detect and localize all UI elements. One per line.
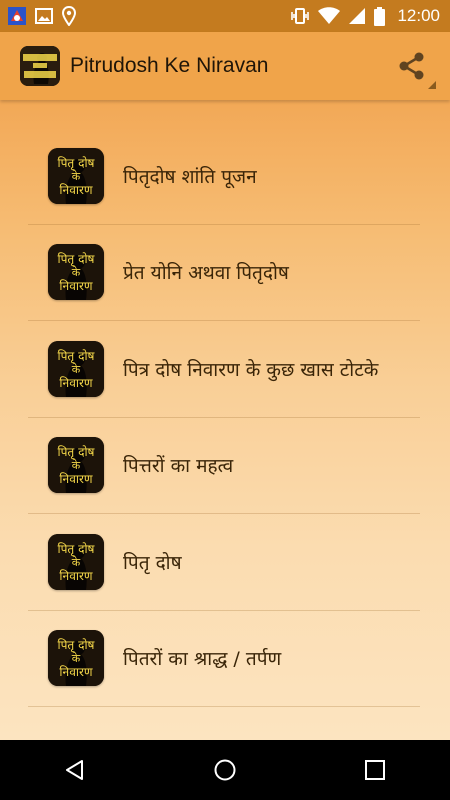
content-area: पितृ दोष के निवारण पितृदोष शांति पूजन पि… <box>0 100 450 740</box>
wifi-icon <box>318 7 341 25</box>
list-item[interactable]: पितृ दोष के निवारण पित्तरों का महत्व <box>28 418 420 514</box>
location-icon <box>62 6 76 26</box>
overflow-indicator-icon <box>428 81 436 89</box>
back-button[interactable] <box>45 740 105 800</box>
status-left-icons <box>0 6 76 26</box>
app-logo-icon <box>20 46 60 86</box>
recents-icon <box>365 760 385 780</box>
vibrate-icon <box>290 7 310 25</box>
svg-text:पितृ दोष: पितृ दोष <box>58 252 96 267</box>
share-icon <box>399 52 424 80</box>
share-button[interactable] <box>394 49 436 89</box>
item-thumbnail: पितृ दोष के निवारण <box>48 340 104 397</box>
item-thumbnail: पितृ दोष के निवारण <box>48 244 104 301</box>
svg-text:के: के <box>72 459 81 472</box>
svg-text:निवारण: निवारण <box>59 665 92 679</box>
item-thumbnail: पितृ दोष के निवारण <box>48 437 104 494</box>
svg-text:के: के <box>72 652 81 665</box>
svg-text:के: के <box>72 556 81 569</box>
svg-text:पितृ दोष: पितृ दोष <box>58 445 96 460</box>
list-item[interactable]: पितृ दोष के निवारण पितरों का श्राद्ध / त… <box>28 611 420 707</box>
item-label: पित्र दोष निवारण के कुछ खास टोटके <box>123 358 379 381</box>
item-label: पितृ दोष <box>123 551 182 574</box>
status-bar: 12:00 <box>0 0 450 32</box>
item-thumbnail: पितृ दोष के निवारण <box>48 630 104 687</box>
item-thumbnail: पितृ दोष के निवारण <box>48 147 104 204</box>
app-notification-icon <box>8 7 26 25</box>
back-icon <box>66 760 83 780</box>
battery-icon <box>374 6 386 26</box>
svg-text:निवारण: निवारण <box>59 183 92 197</box>
list-item[interactable]: पितृ दोष के निवारण प्रेत योनि अथवा पितृद… <box>28 225 420 321</box>
svg-text:पितृ दोष: पितृ दोष <box>58 349 96 364</box>
svg-text:निवारण: निवारण <box>59 569 92 583</box>
app-title: Pitrudosh Ke Niravan <box>70 54 269 77</box>
svg-text:के: के <box>72 363 81 376</box>
screen: 12:00 Pitrudosh Ke Niravan पितृ दोष के न… <box>0 0 450 800</box>
navigation-bar <box>0 740 450 800</box>
svg-text:निवारण: निवारण <box>59 279 92 293</box>
home-button[interactable] <box>195 740 255 800</box>
app-bar: Pitrudosh Ke Niravan <box>0 32 450 100</box>
svg-text:निवारण: निवारण <box>59 472 92 486</box>
svg-text:पितृ दोष: पितृ दोष <box>58 542 96 557</box>
image-icon <box>35 8 53 24</box>
svg-text:के: के <box>72 170 81 183</box>
svg-text:पितृ दोष: पितृ दोष <box>58 156 96 171</box>
home-icon <box>214 759 236 781</box>
status-right-icons: 12:00 <box>290 6 450 26</box>
svg-text:के: के <box>72 266 81 279</box>
status-time: 12:00 <box>397 6 440 25</box>
svg-text:निवारण: निवारण <box>59 376 92 390</box>
item-label: प्रेत योनि अथवा पितृदोष <box>123 262 289 285</box>
list-item[interactable]: पितृ दोष के निवारण पितृदोष शांति पूजन <box>28 128 420 225</box>
item-label: पितृदोष शांति पूजन <box>123 165 257 188</box>
recents-button[interactable] <box>345 740 405 800</box>
list-item[interactable]: पितृ दोष के निवारण पितृ दोष <box>28 514 420 611</box>
list-item[interactable]: पितृ दोष के निवारण पित्र दोष निवारण के क… <box>28 321 420 418</box>
topic-list: पितृ दोष के निवारण पितृदोष शांति पूजन पि… <box>28 128 420 707</box>
item-label: पित्तरों का महत्व <box>123 455 234 478</box>
cellular-signal-icon <box>348 7 366 25</box>
svg-text:पितृ दोष: पितृ दोष <box>58 638 96 653</box>
item-label: पितरों का श्राद्ध / तर्पण <box>123 648 282 671</box>
item-thumbnail: पितृ दोष के निवारण <box>48 533 104 590</box>
